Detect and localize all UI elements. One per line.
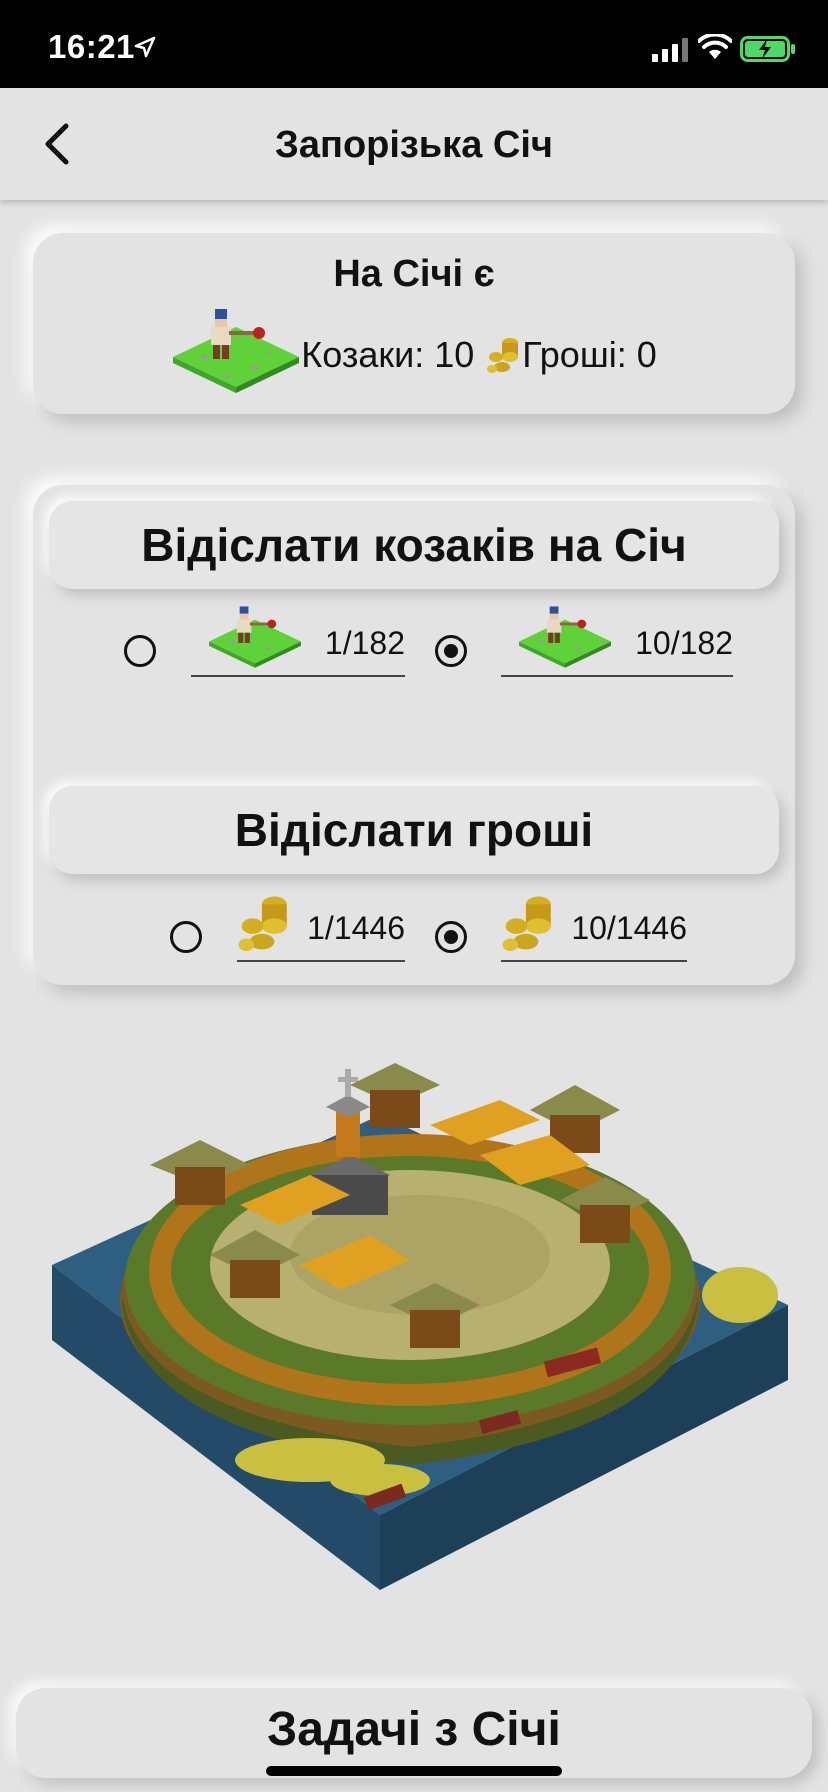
- send-10-money-radio[interactable]: [435, 921, 467, 953]
- send-cossacks-heading: Відіслати козаків на Січ: [49, 501, 779, 589]
- send-10-money-option[interactable]: 10/1446: [501, 890, 687, 962]
- location-arrow-icon: [134, 36, 156, 58]
- send-1-money-radio[interactable]: [170, 921, 202, 953]
- send-1-cossack-option[interactable]: 1/182: [191, 605, 405, 677]
- send-1-money-option[interactable]: 1/1446: [237, 890, 405, 962]
- sich-status-title: На Січі є: [333, 253, 495, 295]
- sich-status-card: На Січі є Козаки: 10 Гроші: 0: [33, 233, 795, 414]
- send-10-cossacks-option[interactable]: 10/182: [501, 605, 733, 677]
- send-10-cossacks-radio[interactable]: [435, 635, 467, 667]
- send-10-cossacks-label: 10/182: [635, 625, 733, 661]
- status-bar: 16:21: [0, 0, 828, 88]
- cellular-signal-icon: [652, 38, 688, 62]
- send-card: Відіслати козаків на Січ 1/182 10/182 Ві…: [33, 485, 795, 985]
- sich-fortress-illustration: [52, 1063, 788, 1590]
- money-count: Гроші: 0: [522, 334, 657, 375]
- cossack-tile-icon: [519, 606, 611, 668]
- coins-icon: [487, 338, 519, 373]
- coins-icon: [238, 896, 287, 951]
- navigation-bar: Запорізька Січ: [0, 88, 828, 200]
- status-time: 16:21: [48, 28, 135, 65]
- send-money-heading: Відіслати гроші: [49, 786, 779, 874]
- cossack-tile-icon: [173, 309, 300, 393]
- wifi-icon: [698, 34, 732, 59]
- sich-status-row: Козаки: 10 Гроші: 0: [33, 305, 795, 405]
- battery-charging-icon: [740, 36, 795, 62]
- cossack-tile-icon: [209, 606, 301, 668]
- send-1-cossack-radio[interactable]: [124, 635, 156, 667]
- tasks-button[interactable]: Задачі з Січі: [16, 1688, 812, 1778]
- coins-icon: [502, 896, 551, 951]
- send-1-cossack-label: 1/182: [324, 625, 405, 661]
- send-1-money-label: 1/1446: [307, 910, 405, 946]
- page-title: Запорізька Січ: [275, 124, 553, 166]
- home-indicator: [266, 1766, 562, 1776]
- send-10-money-label: 10/1446: [571, 910, 687, 946]
- cossacks-count: Козаки: 10: [301, 334, 475, 375]
